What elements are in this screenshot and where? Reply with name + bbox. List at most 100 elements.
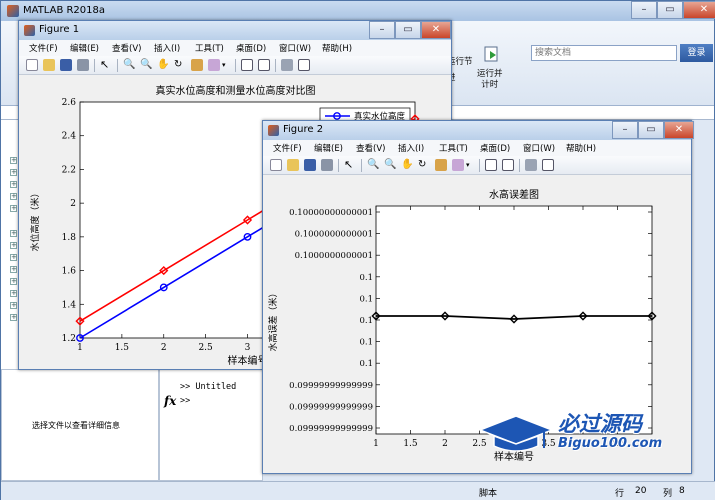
tree-expand-icon[interactable]: + — [10, 266, 17, 273]
tree-expand-icon[interactable]: + — [10, 254, 17, 261]
x-tick-label: 2.5 — [198, 343, 213, 353]
status-row-value: 20 — [635, 486, 647, 496]
main-close-button[interactable]: ✕ — [683, 1, 715, 19]
menu-insert[interactable]: 插入(I) — [154, 42, 180, 54]
plot-axes-box — [375, 205, 653, 435]
zoom-in-icon[interactable]: 🔍 — [367, 159, 379, 171]
command-window[interactable]: >> Untitled fx >> — [159, 369, 263, 481]
main-maximize-button[interactable]: ▭ — [657, 1, 683, 19]
insert-legend-icon[interactable] — [258, 59, 270, 71]
print-icon[interactable] — [77, 59, 89, 71]
show-plot-tools-icon[interactable] — [298, 59, 310, 71]
brush-icon[interactable] — [452, 159, 464, 171]
tree-expand-icon[interactable]: + — [10, 242, 17, 249]
menu-file[interactable]: 文件(F) — [29, 42, 58, 54]
tree-expand-icon[interactable]: + — [10, 278, 17, 285]
doc-search-input[interactable]: 搜索文档 — [531, 45, 677, 61]
menu-tools[interactable]: 工具(T) — [439, 142, 468, 154]
tree-expand-icon[interactable]: + — [10, 169, 17, 176]
menu-file[interactable]: 文件(F) — [273, 142, 302, 154]
figure-1-titlebar[interactable]: Figure 1 – ▭ ✕ — [19, 21, 451, 40]
edit-plot-cursor-icon[interactable]: ↖ — [100, 59, 112, 71]
edit-plot-cursor-icon[interactable]: ↖ — [344, 159, 356, 171]
watermark-logo: 必过源码 Biguo100.com — [478, 408, 693, 458]
insert-colorbar-icon[interactable] — [485, 159, 497, 171]
zoom-out-icon[interactable]: 🔍 — [140, 59, 152, 71]
figure-2-controls: – ▭ ✕ — [612, 121, 694, 139]
hide-plot-tools-icon[interactable] — [525, 159, 537, 171]
matlab-logo-icon — [7, 5, 19, 17]
y-tick-label: 0.1 — [359, 294, 373, 304]
figure-2-titlebar[interactable]: Figure 2 – ▭ ✕ — [263, 121, 694, 140]
brush-icon[interactable] — [208, 59, 220, 71]
menu-edit[interactable]: 编辑(E) — [70, 42, 99, 54]
save-icon[interactable] — [60, 59, 72, 71]
tree-expand-icon[interactable]: + — [10, 181, 17, 188]
zoom-out-icon[interactable]: 🔍 — [384, 159, 396, 171]
brush-dropdown-icon[interactable]: ▾ — [222, 59, 234, 71]
y-tick-label: 2.6 — [62, 98, 77, 108]
menu-desktop[interactable]: 桌面(D) — [236, 42, 266, 54]
tree-expand-icon[interactable]: + — [10, 193, 17, 200]
ribbon-run-and-time-label[interactable]: 运行并 计时 — [477, 69, 503, 91]
figure-1-close-button[interactable]: ✕ — [421, 21, 451, 39]
brush-dropdown-icon[interactable]: ▾ — [466, 159, 478, 171]
new-figure-icon[interactable] — [26, 59, 38, 71]
command-history-line: >> Untitled — [180, 382, 237, 392]
toolbar-separator — [94, 59, 95, 72]
rotate-3d-icon[interactable]: ↻ — [174, 59, 186, 71]
tree-expand-icon[interactable]: + — [10, 302, 17, 309]
figure-2-minimize-button[interactable]: – — [612, 121, 638, 139]
data-cursor-icon[interactable] — [191, 59, 203, 71]
menu-window[interactable]: 窗口(W) — [523, 142, 555, 154]
insert-colorbar-icon[interactable] — [241, 59, 253, 71]
tree-expand-icon[interactable]: + — [10, 314, 17, 321]
fx-icon[interactable]: fx — [164, 394, 176, 408]
toolbar-separator — [519, 159, 520, 172]
menu-window[interactable]: 窗口(W) — [279, 42, 311, 54]
tree-expand-icon[interactable]: + — [10, 230, 17, 237]
figure-2-menubar: 文件(F) 编辑(E) 查看(V) 插入(I) 工具(T) 桌面(D) 窗口(W… — [263, 140, 691, 156]
menu-edit[interactable]: 编辑(E) — [314, 142, 343, 154]
show-plot-tools-icon[interactable] — [542, 159, 554, 171]
open-file-icon[interactable] — [287, 159, 299, 171]
menu-view[interactable]: 查看(V) — [356, 142, 385, 154]
tree-expand-icon[interactable]: + — [10, 205, 17, 212]
menu-view[interactable]: 查看(V) — [112, 42, 141, 54]
main-minimize-button[interactable]: – — [631, 1, 657, 19]
login-button[interactable]: 登录 — [680, 44, 713, 62]
menu-desktop[interactable]: 桌面(D) — [480, 142, 510, 154]
save-icon[interactable] — [304, 159, 316, 171]
zoom-in-icon[interactable]: 🔍 — [123, 59, 135, 71]
command-prompt[interactable]: >> — [180, 396, 190, 406]
rotate-3d-icon[interactable]: ↻ — [418, 159, 430, 171]
menu-help[interactable]: 帮助(H) — [322, 42, 352, 54]
hide-plot-tools-icon[interactable] — [281, 59, 293, 71]
toolbar-separator — [361, 159, 362, 172]
figure-2-maximize-button[interactable]: ▭ — [638, 121, 664, 139]
y-tick-label: 0.09999999999999 — [289, 424, 373, 434]
pan-icon[interactable]: ✋ — [157, 59, 169, 71]
pan-icon[interactable]: ✋ — [401, 159, 413, 171]
watermark-sub-text: Biguo100.com — [558, 436, 663, 451]
figure-1-toolbar: ↖ 🔍 🔍 ✋ ↻ ▾ — [19, 56, 451, 75]
figure-2-title: Figure 2 — [283, 124, 324, 135]
watermark-main-text: 必过源码 — [558, 412, 642, 436]
tree-expand-icon[interactable]: + — [10, 290, 17, 297]
data-cursor-icon[interactable] — [435, 159, 447, 171]
menu-help[interactable]: 帮助(H) — [566, 142, 596, 154]
tree-expand-icon[interactable]: + — [10, 157, 17, 164]
x-tick-label: 2 — [442, 439, 448, 449]
y-tick-label: 0.10000000000001 — [289, 208, 373, 218]
figure-1-maximize-button[interactable]: ▭ — [395, 21, 421, 39]
open-file-icon[interactable] — [43, 59, 55, 71]
new-figure-icon[interactable] — [270, 159, 282, 171]
y-tick-label: 2.2 — [62, 165, 76, 175]
menu-tools[interactable]: 工具(T) — [195, 42, 224, 54]
figure-1-minimize-button[interactable]: – — [369, 21, 395, 39]
print-icon[interactable] — [321, 159, 333, 171]
insert-legend-icon[interactable] — [502, 159, 514, 171]
figure-2-close-button[interactable]: ✕ — [664, 121, 694, 139]
menu-insert[interactable]: 插入(I) — [398, 142, 424, 154]
run-and-time-icon[interactable] — [483, 45, 501, 65]
